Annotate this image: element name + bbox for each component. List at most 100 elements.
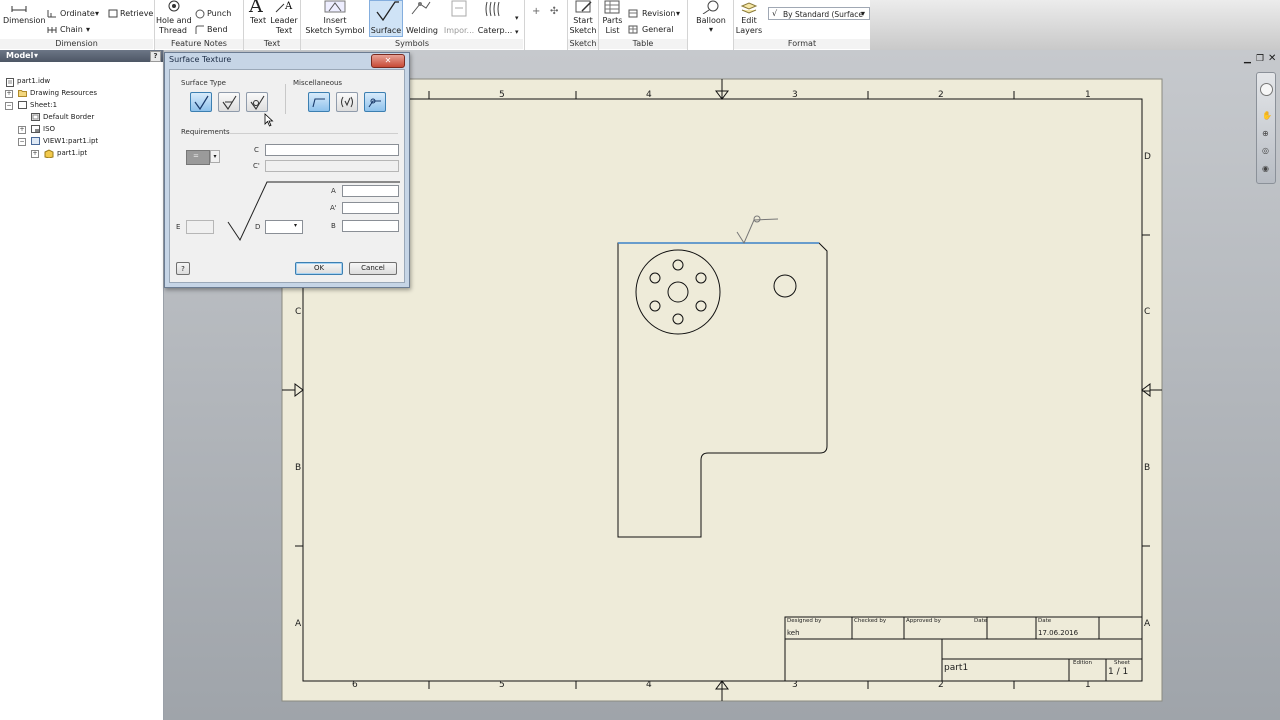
zone-row-right: B: [1144, 463, 1151, 473]
dimension-button[interactable]: Dimension: [3, 16, 46, 25]
insert-sketch-symbol-label-1[interactable]: Insert: [302, 16, 368, 25]
caterpillar-label[interactable]: Caterp...: [476, 26, 514, 35]
leader-text-icon[interactable]: A: [274, 0, 294, 15]
tree-node-iso[interactable]: ISO: [43, 125, 55, 134]
symbols-gallery-down-icon[interactable]: ▾: [515, 14, 519, 23]
basic-surface-button[interactable]: [190, 92, 212, 112]
leader-button[interactable]: [308, 92, 330, 112]
retrieve-button[interactable]: Retrieve: [120, 9, 153, 18]
text-icon[interactable]: A: [249, 0, 263, 16]
browser-title[interactable]: Model: [6, 51, 33, 60]
edit-layers-label-1[interactable]: Edit: [734, 16, 764, 25]
field-b-input[interactable]: [342, 220, 399, 232]
start-sketch-label-1[interactable]: Start: [568, 16, 598, 25]
expand-toggle[interactable]: +: [5, 90, 13, 98]
minimize-icon[interactable]: ▁: [1244, 54, 1251, 64]
close-icon[interactable]: ✕: [1268, 53, 1276, 64]
edit-layers-icon[interactable]: [740, 0, 758, 16]
tb-designed-by-value: keh: [787, 629, 800, 637]
surface-texture-icon[interactable]: [375, 1, 399, 23]
field-c-input[interactable]: [265, 144, 399, 156]
tb-date-value: 17.06.2016: [1038, 629, 1079, 637]
tree-node-part1[interactable]: part1.ipt: [57, 149, 87, 158]
welding-label[interactable]: Welding: [404, 26, 440, 35]
field-a-prime-input[interactable]: [342, 202, 399, 214]
lay-selector[interactable]: =: [186, 150, 210, 165]
tree-node-drawing[interactable]: part1.idw: [17, 77, 50, 86]
hole-thread-label-1[interactable]: Hole and: [156, 16, 192, 25]
collapse-toggle[interactable]: −: [18, 138, 26, 146]
ok-button[interactable]: OK: [295, 262, 343, 275]
edit-layers-label-2[interactable]: Layers: [734, 26, 764, 35]
model-browser: Model ▾ ? part1.idw + Drawing Resources …: [0, 50, 164, 720]
symbols-gallery-more-icon[interactable]: ▾: [515, 28, 519, 37]
chain-dropdown-icon[interactable]: ▾: [86, 25, 90, 34]
chain-button[interactable]: Chain: [60, 25, 83, 34]
pan-icon[interactable]: ✋: [1262, 111, 1272, 120]
machining-prohibited-button[interactable]: [246, 92, 268, 112]
bend-button[interactable]: Bend: [207, 25, 228, 34]
start-sketch-icon[interactable]: [574, 0, 594, 16]
field-e-input[interactable]: [186, 220, 214, 234]
help-icon[interactable]: ?: [150, 51, 161, 62]
revision-table-button[interactable]: Revision: [642, 9, 675, 18]
tree-node-view1[interactable]: VIEW1:part1.ipt: [43, 137, 98, 146]
field-d-select[interactable]: ▾: [265, 220, 303, 234]
dialog-help-button[interactable]: ?: [176, 262, 190, 275]
style-dropdown-icon[interactable]: ▾: [861, 9, 865, 18]
hole-thread-icon[interactable]: [166, 0, 182, 15]
steering-wheel-icon[interactable]: [1260, 83, 1273, 96]
browser-header[interactable]: Model ▾ ?: [0, 50, 163, 62]
ordinate-button[interactable]: Ordinate: [60, 9, 95, 18]
insert-sketch-symbol-icon[interactable]: [322, 0, 348, 16]
dimension-icon[interactable]: [10, 0, 28, 12]
leader-arrow-button[interactable]: [364, 92, 386, 112]
general-table-button[interactable]: General: [642, 25, 674, 34]
orbit-icon[interactable]: ◎: [1262, 146, 1269, 155]
dialog-close-button[interactable]: ✕: [371, 54, 405, 68]
field-c-prime-input[interactable]: [265, 160, 399, 172]
expand-toggle[interactable]: +: [31, 150, 39, 158]
all-around-button[interactable]: [336, 92, 358, 112]
tree-node-sheet[interactable]: Sheet:1: [30, 101, 57, 110]
leader-text-label-1[interactable]: Leader: [268, 16, 300, 25]
field-a-label: A: [331, 187, 336, 195]
parts-list-label-1[interactable]: Parts: [599, 16, 626, 25]
tree-node-default-border[interactable]: Default Border: [43, 113, 94, 122]
browser-menu-dropdown-icon[interactable]: ▾: [34, 51, 38, 60]
expand-toggle[interactable]: +: [18, 126, 26, 134]
import-symbol-icon[interactable]: [449, 0, 469, 20]
start-sketch-label-2[interactable]: Sketch: [568, 26, 598, 35]
surface-button-label[interactable]: Surface: [369, 26, 403, 35]
ordinate-dropdown-icon[interactable]: ▾: [95, 9, 99, 18]
revision-dropdown-icon[interactable]: ▾: [676, 9, 680, 18]
parts-list-label-2[interactable]: List: [599, 26, 626, 35]
move-icon[interactable]: ✣: [550, 7, 558, 17]
ordinate-icon: [47, 9, 57, 20]
tree-node-drawing-resources[interactable]: Drawing Resources: [30, 89, 97, 98]
lay-dropdown-icon[interactable]: ▾: [210, 150, 220, 163]
field-d-dropdown-icon[interactable]: ▾: [294, 222, 297, 229]
welding-icon[interactable]: [410, 0, 432, 18]
cancel-button[interactable]: Cancel: [349, 262, 397, 275]
field-a-input[interactable]: [342, 185, 399, 197]
caterpillar-icon[interactable]: [484, 0, 504, 20]
import-label[interactable]: Impor...: [440, 26, 478, 35]
balloon-icon[interactable]: [701, 0, 721, 16]
punch-button[interactable]: Punch: [207, 9, 231, 18]
balloon-dropdown-icon[interactable]: ▾: [690, 25, 732, 34]
leader-text-label-2[interactable]: Text: [268, 26, 300, 35]
machining-required-button[interactable]: [218, 92, 240, 112]
tb-sheet-value: 1 / 1: [1108, 667, 1129, 677]
text-button[interactable]: Text: [250, 16, 266, 25]
look-at-icon[interactable]: ◉: [1262, 164, 1269, 173]
crosshair-icon[interactable]: +: [532, 7, 540, 17]
collapse-toggle[interactable]: −: [5, 102, 13, 110]
balloon-button[interactable]: Balloon: [690, 16, 732, 25]
restore-icon[interactable]: ❐: [1256, 54, 1264, 64]
parts-list-icon[interactable]: [604, 0, 620, 16]
style-selector[interactable]: √ By Standard (Surface ▾: [768, 7, 870, 20]
insert-sketch-symbol-label-2[interactable]: Sketch Symbol: [302, 26, 368, 35]
hole-thread-label-2[interactable]: Thread: [156, 26, 190, 35]
zoom-icon[interactable]: ⊕: [1262, 129, 1269, 138]
